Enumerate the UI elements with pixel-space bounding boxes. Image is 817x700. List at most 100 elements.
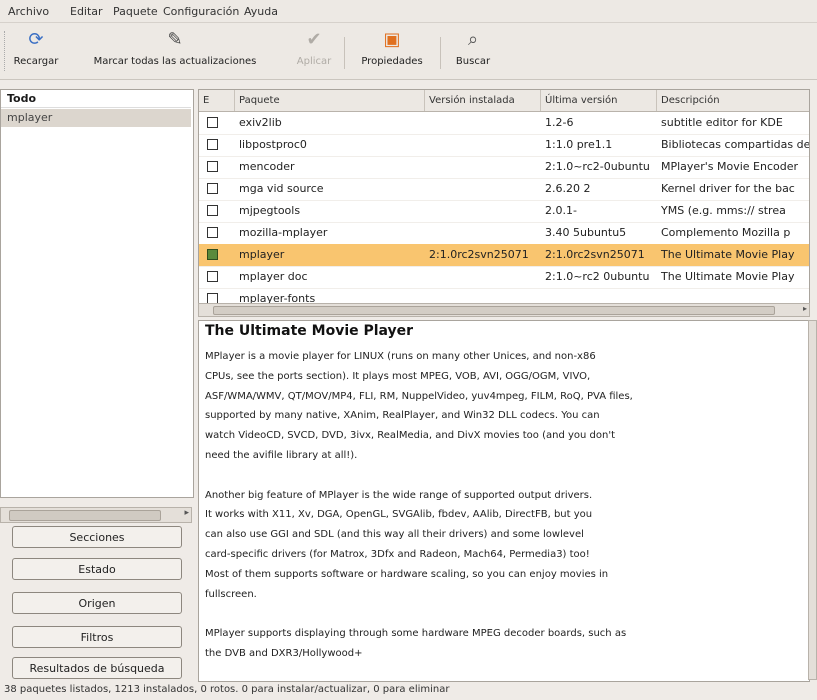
status-button[interactable]: Estado [12, 558, 182, 580]
scroll-thumb[interactable] [213, 306, 775, 315]
search-results-button[interactable]: Resultados de búsqueda [12, 657, 182, 679]
filter-list-header[interactable]: Todo [1, 90, 191, 108]
reload-label: Recargar [13, 56, 59, 67]
table-row[interactable]: libpostproc0 1:1.0 pre1.1 Bibliotecas comp… [199, 134, 809, 157]
menu-configuracion[interactable]: Configuración [163, 5, 239, 18]
latest-version: 3.40 5ubuntu5 [545, 226, 627, 239]
toolbar-separator [440, 37, 441, 69]
description-title: The Ultimate Movie Player [205, 323, 414, 339]
latest-version: 2.6.20 2 [545, 182, 591, 195]
description-line: Most of them supports software or hardwa… [205, 568, 609, 580]
package-checkbox[interactable] [207, 227, 218, 238]
properties-button[interactable]: ▣ Propiedades [350, 25, 434, 77]
package-checkbox[interactable] [207, 161, 218, 172]
package-name: libpostproc0 [239, 138, 307, 151]
search-button[interactable]: ⌕ Buscar [448, 25, 498, 77]
menu-editar[interactable]: Editar [70, 5, 103, 18]
installed-version [425, 200, 541, 222]
origin-button[interactable]: Origen [12, 592, 182, 614]
package-checkbox[interactable] [207, 271, 218, 282]
description-line: MPlayer supports displaying through some… [205, 628, 627, 640]
sections-button[interactable]: Secciones [12, 526, 182, 548]
table-row[interactable]: mozilla-mplayer 3.40 5ubuntu5 Complemento … [199, 222, 809, 245]
latest-version: 2:1.0~rc2-0ubuntu [545, 160, 650, 173]
col-description[interactable]: Descripción [657, 90, 809, 111]
description-line: ASF/WMA/WMV, QT/MOV/MP4, FLI, RM, Nuppel… [205, 390, 633, 402]
toolbar-grip[interactable] [4, 31, 8, 71]
col-installed-version[interactable]: Versión instalada [425, 90, 541, 111]
description-line: fullscreen. [205, 588, 257, 600]
package-name: exiv2lib [239, 116, 282, 129]
installed-version: 2:1.0rc2svn25071 [429, 248, 529, 261]
installed-version [425, 112, 541, 134]
toolbar: ⟳ Recargar ✎ Marcar todas las actualizac… [0, 23, 817, 80]
package-table: E Paquete Versión instalada Última versi… [198, 89, 810, 305]
installed-version [425, 266, 541, 288]
scroll-right-arrow-icon[interactable]: ▸ [803, 304, 807, 313]
table-row[interactable]: mga vid source 2.6.20 2 Kernel driver for … [199, 178, 809, 201]
mark-upgrades-icon: ✎ [167, 29, 183, 50]
package-desc: Bibliotecas compartidas de [661, 138, 809, 151]
description-line: can also use GGI and SDL (and this way a… [205, 529, 584, 541]
table-row[interactable]: mjpegtools 2.0.1- YMS (e.g. mms:// strea [199, 200, 809, 223]
properties-icon: ▣ [383, 29, 401, 50]
col-latest-version[interactable]: Última versión [541, 90, 657, 111]
latest-version: 2:1.0rc2svn25071 [545, 248, 645, 261]
table-hscrollbar[interactable]: ▸ [198, 303, 810, 317]
menu-archivo[interactable]: Archivo [8, 5, 49, 18]
package-checkbox[interactable] [207, 183, 218, 194]
menu-ayuda[interactable]: Ayuda [244, 5, 278, 18]
package-checkbox[interactable] [207, 139, 218, 150]
status-bar: 38 paquetes listados, 1213 instalados, 0… [4, 684, 450, 695]
package-name: mplayer [239, 248, 285, 261]
menu-paquete[interactable]: Paquete [113, 5, 158, 18]
package-desc: The Ultimate Movie Play [661, 248, 795, 261]
table-header: E Paquete Versión instalada Última versi… [199, 90, 809, 112]
package-checkbox[interactable] [207, 249, 218, 260]
package-checkbox[interactable] [207, 205, 218, 216]
description-line: Another big feature of MPlayer is the wi… [205, 489, 593, 501]
latest-version: 1:1.0 pre1.1 [545, 138, 613, 151]
scroll-right-arrow-icon[interactable]: ▸ [184, 508, 189, 518]
filter-list: Todo mplayer [0, 89, 194, 498]
installed-version [425, 178, 541, 200]
package-checkbox[interactable] [207, 117, 218, 128]
table-row[interactable]: exiv2lib 1.2-6 subtitle editor for KDE [199, 112, 809, 135]
reload-button[interactable]: ⟳ Recargar [12, 25, 60, 77]
description-line: MPlayer is a movie player for LINUX (run… [205, 351, 596, 362]
description-line: card-specific drivers (for Matrox, 3Dfx … [205, 549, 590, 560]
scroll-thumb[interactable] [9, 510, 161, 521]
col-package[interactable]: Paquete [235, 90, 425, 111]
package-desc: MPlayer's Movie Encoder [661, 160, 798, 173]
latest-version: 2:1.0~rc2 0ubuntu [545, 270, 650, 283]
apply-check-icon: ✔ [306, 29, 322, 50]
table-row[interactable]: mplayer 2:1.0rc2svn25071 2:1.0rc2svn25071 T… [199, 244, 809, 267]
package-name: mga vid source [239, 182, 324, 195]
installed-version [425, 156, 541, 178]
package-desc: Kernel driver for the bac [661, 182, 795, 195]
toolbar-separator [344, 37, 345, 69]
apply-button[interactable]: ✔ Aplicar [288, 25, 340, 77]
package-name: mozilla-mplayer [239, 226, 328, 239]
latest-version: 1.2-6 [545, 116, 574, 129]
description-line: the DVB and DXR3/Hollywood+ [205, 648, 363, 659]
description-line: CPUs, see the ports section). It plays m… [205, 370, 591, 382]
filter-item-selected[interactable]: mplayer [1, 109, 191, 127]
installed-version [425, 134, 541, 156]
description-vscrollbar[interactable] [808, 320, 817, 680]
col-status[interactable]: E [199, 90, 235, 111]
reload-icon: ⟳ [28, 29, 44, 50]
properties-label: Propiedades [361, 56, 423, 67]
filters-button[interactable]: Filtros [12, 626, 182, 648]
package-description: The Ultimate Movie Player MPlayer is a m… [198, 320, 810, 682]
search-icon: ⌕ [467, 29, 479, 50]
mark-all-upgrades-button[interactable]: ✎ Marcar todas las actualizaciones [62, 25, 288, 77]
latest-version: 2.0.1- [545, 204, 577, 217]
filter-list-hscrollbar[interactable]: ▸ [0, 507, 192, 523]
menubar: Archivo Editar Paquete Configuración Ayu… [0, 0, 817, 23]
table-row[interactable]: mplayer doc 2:1.0~rc2 0ubuntu The Ultimate… [199, 266, 809, 289]
description-line: It works with X11, Xv, DGA, OpenGL, SVGA… [205, 509, 593, 521]
package-name: mplayer doc [239, 270, 308, 283]
search-label: Buscar [455, 56, 491, 67]
table-row[interactable]: mencoder 2:1.0~rc2-0ubuntu MPlayer's Movie… [199, 156, 809, 179]
